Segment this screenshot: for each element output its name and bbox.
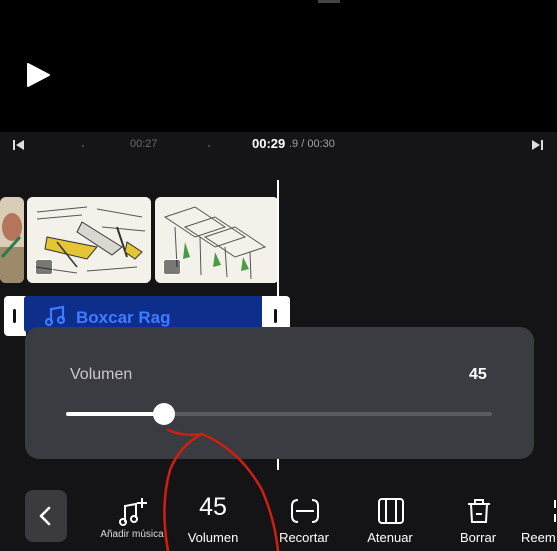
replace-icon bbox=[554, 500, 556, 522]
add-music-label: Añadir música bbox=[100, 529, 164, 540]
fade-label: Atenuar bbox=[367, 530, 413, 545]
back-button[interactable] bbox=[25, 490, 67, 542]
image-icon bbox=[35, 259, 53, 275]
volume-slider-knob[interactable] bbox=[152, 403, 175, 425]
audio-trim-handle-left[interactable] bbox=[4, 296, 26, 336]
image-icon bbox=[163, 259, 181, 275]
add-music-button[interactable]: Añadir música bbox=[97, 490, 167, 551]
time-marker-label: 00:27 bbox=[130, 138, 158, 150]
music-note-icon bbox=[44, 305, 66, 327]
volume-button[interactable]: 45 Volumen bbox=[178, 490, 248, 551]
image-clip-thumbnail[interactable] bbox=[27, 197, 151, 283]
trim-icon bbox=[291, 499, 319, 523]
delete-button[interactable]: Borrar bbox=[443, 490, 513, 551]
volume-button-value: 45 bbox=[199, 493, 227, 521]
volume-panel-value: 45 bbox=[469, 366, 487, 383]
trim-label: Recortar bbox=[279, 530, 329, 545]
volume-panel-label: Volumen bbox=[70, 366, 133, 383]
delete-label: Borrar bbox=[459, 530, 497, 545]
image-clip-thumbnail[interactable] bbox=[0, 197, 24, 283]
time-tick bbox=[208, 145, 210, 147]
chevron-left-icon bbox=[39, 506, 51, 526]
add-music-icon bbox=[119, 498, 147, 526]
volume-slider-track[interactable] bbox=[66, 412, 492, 416]
trash-icon bbox=[468, 499, 490, 523]
skip-to-end-icon[interactable] bbox=[530, 139, 544, 151]
volume-button-label: Volumen bbox=[187, 530, 239, 545]
video-preview[interactable] bbox=[0, 0, 557, 132]
fade-icon bbox=[378, 498, 404, 524]
time-tick bbox=[82, 145, 84, 147]
handle-grip bbox=[13, 309, 16, 323]
replace-label: Reem bbox=[521, 530, 556, 545]
volume-panel bbox=[25, 327, 534, 459]
replace-button[interactable]: Reem bbox=[521, 490, 557, 551]
play-icon[interactable] bbox=[25, 62, 51, 88]
skip-to-start-icon[interactable] bbox=[12, 139, 26, 151]
audio-clip-title: Boxcar Rag bbox=[76, 308, 171, 327]
trim-button[interactable]: Recortar bbox=[269, 490, 339, 551]
preview-top-indicator bbox=[318, 0, 340, 3]
volume-slider-fill bbox=[66, 412, 164, 416]
total-time: .9 / 00:30 bbox=[289, 138, 335, 150]
fade-button[interactable]: Atenuar bbox=[355, 490, 425, 551]
image-clip-thumbnail[interactable] bbox=[155, 197, 279, 283]
current-time: 00:29 bbox=[252, 136, 286, 151]
